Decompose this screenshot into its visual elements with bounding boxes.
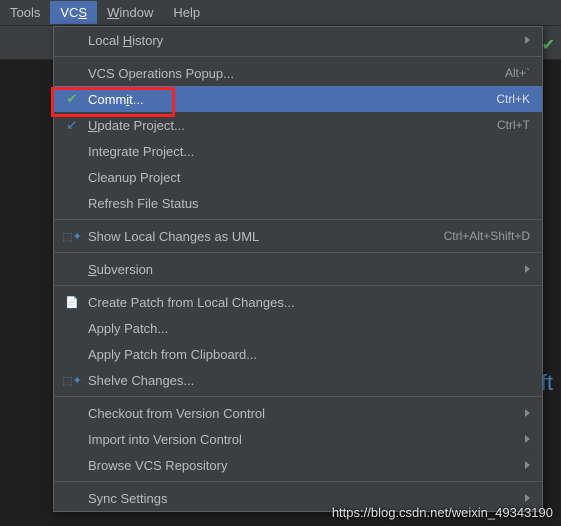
blank-icon: [62, 320, 82, 336]
menu-commit[interactable]: ✔ Commit... Ctrl+K: [54, 86, 542, 112]
item-label: Cleanup Project: [88, 170, 530, 185]
blank-icon: [62, 457, 82, 473]
menu-window[interactable]: Window: [97, 1, 163, 24]
blank-icon: [62, 195, 82, 211]
menu-update-project[interactable]: ↙ Update Project... Ctrl+T: [54, 112, 542, 138]
update-icon: ↙: [62, 117, 82, 133]
menu-label: Help: [173, 5, 200, 20]
blank-icon: [62, 490, 82, 506]
item-label: Integrate Project...: [88, 144, 530, 159]
item-label: Browse VCS Repository: [88, 458, 517, 473]
menu-refresh-file-status[interactable]: Refresh File Status: [54, 190, 542, 216]
separator: [54, 219, 542, 220]
menu-tools[interactable]: Tools: [0, 1, 50, 24]
menu-local-history[interactable]: Local History: [54, 27, 542, 53]
menu-import-vc[interactable]: Import into Version Control: [54, 426, 542, 452]
submenu-arrow-icon: [525, 36, 530, 44]
item-label: Create Patch from Local Changes...: [88, 295, 530, 310]
item-label: Local History: [88, 33, 517, 48]
menu-browse-vcs-repo[interactable]: Browse VCS Repository: [54, 452, 542, 478]
menu-apply-patch-clipboard[interactable]: Apply Patch from Clipboard...: [54, 341, 542, 367]
separator: [54, 481, 542, 482]
menu-cleanup-project[interactable]: Cleanup Project: [54, 164, 542, 190]
item-label: Subversion: [88, 262, 517, 277]
submenu-arrow-icon: [525, 461, 530, 469]
menu-shelve-changes[interactable]: ⬚✦ Shelve Changes...: [54, 367, 542, 393]
menu-apply-patch[interactable]: Apply Patch...: [54, 315, 542, 341]
blank-icon: [62, 346, 82, 362]
shortcut-label: Ctrl+Alt+Shift+D: [444, 229, 530, 243]
shortcut-label: Alt+`: [505, 66, 530, 80]
shortcut-label: Ctrl+T: [497, 118, 530, 132]
shelve-icon: ⬚✦: [62, 372, 82, 388]
submenu-arrow-icon: [525, 409, 530, 417]
submenu-arrow-icon: [525, 494, 530, 502]
menu-create-patch[interactable]: 📄 Create Patch from Local Changes...: [54, 289, 542, 315]
item-label: Import into Version Control: [88, 432, 517, 447]
item-label: Commit...: [88, 92, 496, 107]
separator: [54, 396, 542, 397]
blank-icon: [62, 169, 82, 185]
shortcut-label: Ctrl+K: [496, 92, 530, 106]
item-label: Sync Settings: [88, 491, 517, 506]
patch-icon: 📄: [62, 294, 82, 310]
menu-label: Window: [107, 5, 153, 20]
item-label: Show Local Changes as UML: [88, 229, 444, 244]
separator: [54, 285, 542, 286]
menu-vcs-operations-popup[interactable]: VCS Operations Popup... Alt+`: [54, 60, 542, 86]
menu-vcs[interactable]: VCS: [50, 1, 97, 24]
menu-show-local-changes-uml[interactable]: ⬚✦ Show Local Changes as UML Ctrl+Alt+Sh…: [54, 223, 542, 249]
blank-icon: [62, 32, 82, 48]
uml-icon: ⬚✦: [62, 228, 82, 244]
menu-label: VCS: [60, 5, 87, 20]
vcs-status-icon: ✔: [542, 35, 555, 55]
separator: [54, 56, 542, 57]
blank-icon: [62, 143, 82, 159]
item-label: Update Project...: [88, 118, 497, 133]
item-label: Checkout from Version Control: [88, 406, 517, 421]
submenu-arrow-icon: [525, 265, 530, 273]
menu-integrate-project[interactable]: Integrate Project...: [54, 138, 542, 164]
watermark: https://blog.csdn.net/weixin_49343190: [332, 505, 553, 520]
item-label: Shelve Changes...: [88, 373, 530, 388]
menu-subversion[interactable]: Subversion: [54, 256, 542, 282]
blank-icon: [62, 261, 82, 277]
item-label: Apply Patch...: [88, 321, 530, 336]
submenu-arrow-icon: [525, 435, 530, 443]
menu-label: Tools: [10, 5, 40, 20]
menu-help[interactable]: Help: [163, 1, 210, 24]
blank-icon: [62, 431, 82, 447]
item-label: Apply Patch from Clipboard...: [88, 347, 530, 362]
separator: [54, 252, 542, 253]
item-label: VCS Operations Popup...: [88, 66, 505, 81]
menu-checkout-vc[interactable]: Checkout from Version Control: [54, 400, 542, 426]
commit-icon: ✔: [62, 91, 82, 107]
vcs-dropdown: Local History VCS Operations Popup... Al…: [53, 26, 543, 512]
blank-icon: [62, 405, 82, 421]
blank-icon: [62, 65, 82, 81]
menubar: Tools VCS Window Help: [0, 0, 561, 26]
item-label: Refresh File Status: [88, 196, 530, 211]
